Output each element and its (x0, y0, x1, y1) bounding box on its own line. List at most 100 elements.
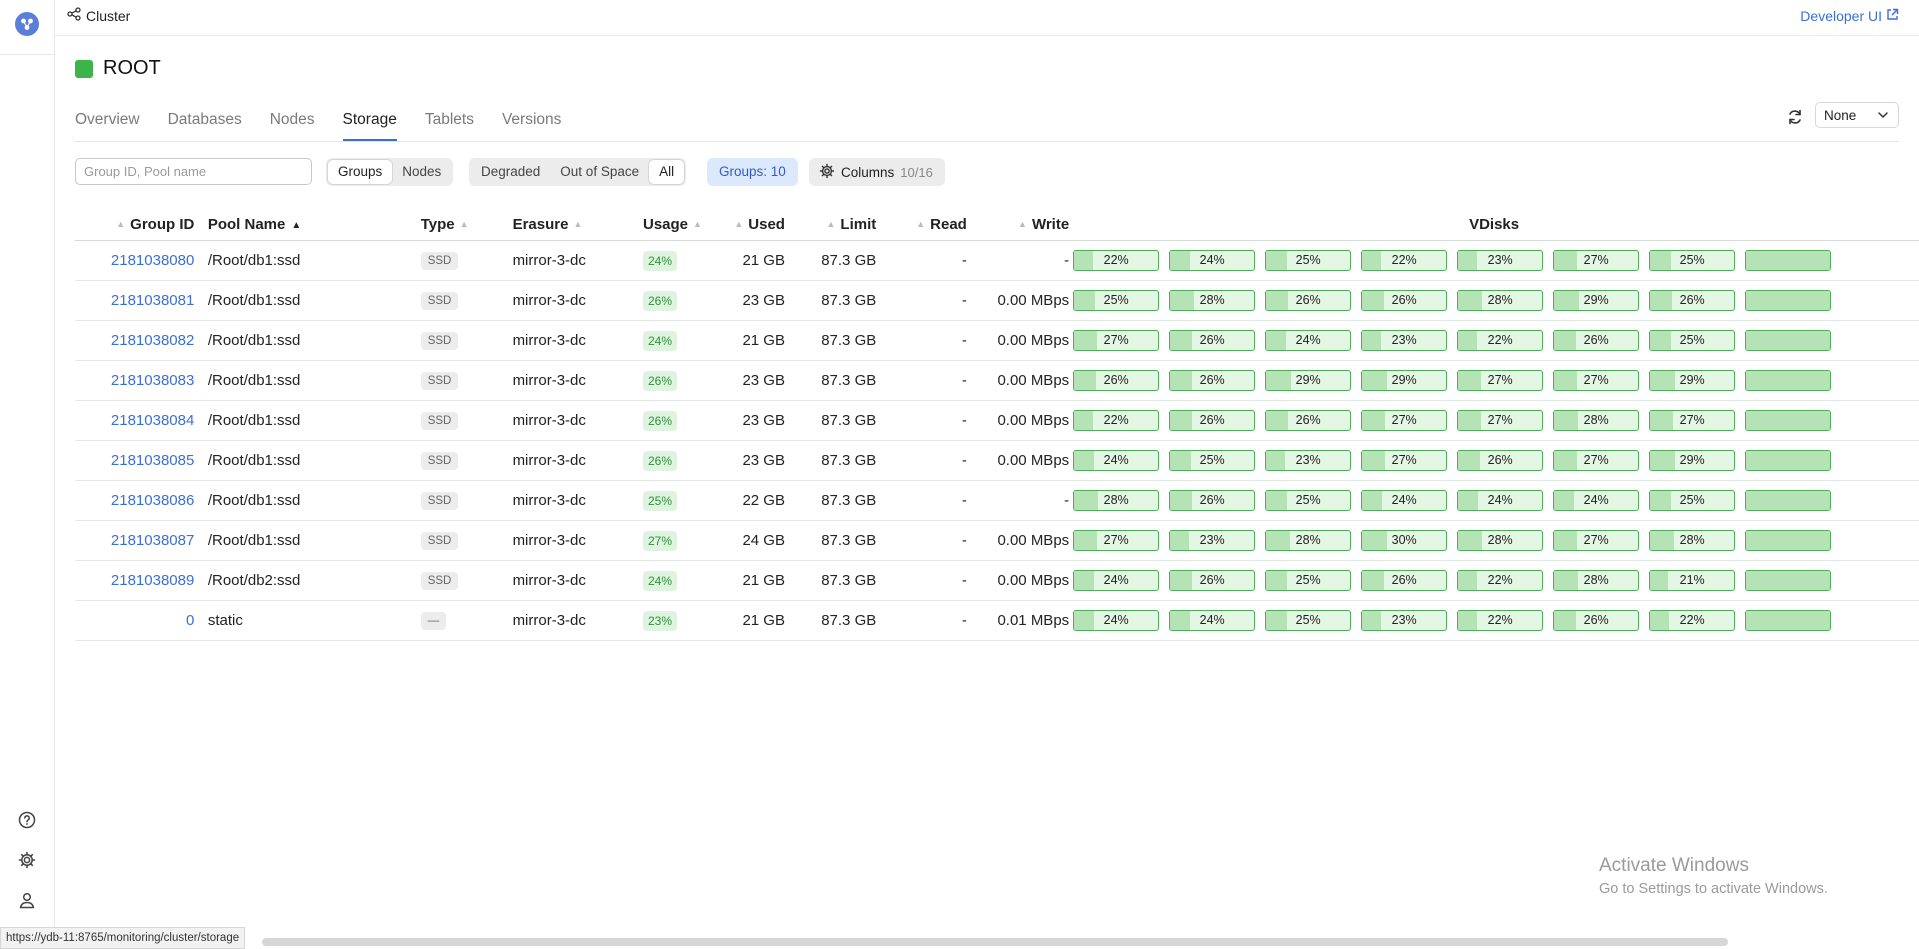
vdisk-usage-bar[interactable]: 24% (1073, 450, 1160, 471)
vdisk-usage-bar[interactable]: 27% (1361, 450, 1448, 471)
tab-tablets[interactable]: Tablets (425, 111, 474, 141)
vdisk-usage-bar[interactable]: 24% (1073, 610, 1160, 631)
vdisk-usage-bar[interactable]: 27% (1553, 250, 1640, 271)
col-erasure[interactable]: Erasure ▲ (512, 209, 643, 241)
search-input[interactable] (75, 158, 312, 185)
vdisk-usage-bar[interactable]: 25% (1649, 490, 1736, 511)
vdisk-usage-bar[interactable]: 23% (1265, 450, 1352, 471)
vdisk-usage-bar[interactable]: 26% (1361, 290, 1448, 311)
vdisk-usage-bar[interactable]: 24% (1553, 490, 1640, 511)
vdisk-usage-bar[interactable]: 22% (1361, 250, 1448, 271)
col-write[interactable]: ▲ Write (966, 209, 1070, 241)
group-id-link[interactable]: 2181038080 (111, 252, 194, 269)
vdisk-usage-bar[interactable]: 23% (1361, 610, 1448, 631)
group-id-link[interactable]: 2181038089 (111, 572, 194, 589)
help-icon[interactable] (17, 810, 37, 830)
vdisk-usage-bar[interactable]: 25% (1073, 290, 1160, 311)
vdisk-usage-bar[interactable]: 23% (1169, 530, 1256, 551)
table-row[interactable]: 2181038086/Root/db1:ssd SSD mirror-3-dc 25%… (75, 480, 1919, 521)
tab-databases[interactable]: Databases (168, 111, 242, 141)
vdisk-usage-bar[interactable]: 30% (1361, 530, 1448, 551)
vdisk-usage-bar[interactable]: 24% (1073, 570, 1160, 591)
vdisk-usage-bar[interactable]: 26% (1553, 610, 1640, 631)
vdisk-usage-bar[interactable]: 26% (1649, 290, 1736, 311)
switch-groups[interactable]: Groups (328, 160, 393, 184)
vdisk-usage-bar[interactable]: 25% (1265, 610, 1352, 631)
switch-nodes[interactable]: Nodes (392, 160, 451, 184)
table-row[interactable]: 2181038082/Root/db1:ssd SSD mirror-3-dc 24%… (75, 320, 1919, 361)
group-id-link[interactable]: 2181038084 (111, 412, 194, 429)
vdisk-usage-bar[interactable]: 24% (1169, 250, 1256, 271)
col-group-id[interactable]: ▲ Group ID (75, 209, 195, 241)
vdisk-usage-bar[interactable]: 24% (1361, 490, 1448, 511)
col-usage[interactable]: Usage ▲ (642, 209, 724, 241)
group-id-link[interactable]: 0 (186, 612, 194, 629)
vdisk-usage-bar[interactable]: 26% (1553, 330, 1640, 351)
vdisk-usage-bar[interactable]: 28% (1265, 530, 1352, 551)
table-row[interactable]: 2181038089/Root/db2:ssd SSD mirror-3-dc 24%… (75, 560, 1919, 601)
vdisk-usage-bar[interactable]: 25% (1265, 250, 1352, 271)
vdisk-usage-bar[interactable]: 25% (1649, 330, 1736, 351)
group-id-link[interactable]: 2181038086 (111, 492, 194, 509)
table-row[interactable]: 0 static — mirror-3-dc 23% 21 GB 87.3 GB -0.01 … (75, 600, 1919, 641)
vdisk-usage-bar[interactable]: 24% (1265, 330, 1352, 351)
vdisk-usage-bar[interactable] (1745, 290, 1832, 311)
vdisk-usage-bar[interactable]: 28% (1553, 410, 1640, 431)
breadcrumb-cluster[interactable]: Cluster (86, 8, 130, 24)
vdisk-usage-bar[interactable]: 22% (1457, 570, 1544, 591)
autorefresh-select[interactable]: None (1815, 102, 1899, 128)
vdisk-usage-bar[interactable]: 22% (1457, 610, 1544, 631)
vdisk-usage-bar[interactable]: 29% (1265, 370, 1352, 391)
vdisk-usage-bar[interactable]: 26% (1169, 490, 1256, 511)
gear-icon[interactable] (17, 850, 37, 870)
table-row[interactable]: 2181038087/Root/db1:ssd SSD mirror-3-dc 27%… (75, 520, 1919, 561)
tab-nodes[interactable]: Nodes (270, 111, 315, 141)
vdisk-usage-bar[interactable] (1745, 410, 1832, 431)
vdisk-usage-bar[interactable]: 27% (1361, 410, 1448, 431)
vdisk-usage-bar[interactable]: 27% (1457, 370, 1544, 391)
vdisk-usage-bar[interactable]: 28% (1649, 530, 1736, 551)
breadcrumb[interactable]: Cluster (67, 7, 130, 24)
col-limit[interactable]: ▲ Limit (784, 209, 877, 241)
tab-overview[interactable]: Overview (75, 111, 140, 141)
vdisk-usage-bar[interactable]: 26% (1361, 570, 1448, 591)
ydb-logo-icon[interactable] (15, 12, 39, 36)
vdisk-usage-bar[interactable]: 29% (1649, 370, 1736, 391)
vdisk-usage-bar[interactable]: 26% (1265, 410, 1352, 431)
vdisk-usage-bar[interactable] (1745, 370, 1832, 391)
horizontal-scrollbar[interactable] (262, 938, 1728, 946)
vdisk-usage-bar[interactable]: 27% (1553, 370, 1640, 391)
col-used[interactable]: ▲ Used (723, 209, 785, 241)
vdisk-usage-bar[interactable]: 26% (1073, 370, 1160, 391)
tab-storage[interactable]: Storage (342, 111, 397, 141)
vdisk-usage-bar[interactable]: 26% (1169, 410, 1256, 431)
vdisk-usage-bar[interactable] (1745, 570, 1832, 591)
vdisk-usage-bar[interactable] (1745, 610, 1832, 631)
vdisk-usage-bar[interactable]: 22% (1457, 330, 1544, 351)
vdisk-usage-bar[interactable]: 22% (1073, 250, 1160, 271)
table-row[interactable]: 2181038081/Root/db1:ssd SSD mirror-3-dc 26%… (75, 280, 1919, 321)
vdisk-usage-bar[interactable]: 27% (1649, 410, 1736, 431)
filter-degraded[interactable]: Degraded (471, 160, 550, 184)
vdisk-usage-bar[interactable]: 22% (1073, 410, 1160, 431)
vdisk-usage-bar[interactable]: 23% (1457, 250, 1544, 271)
vdisk-usage-bar[interactable]: 21% (1649, 570, 1736, 591)
vdisk-usage-bar[interactable]: 28% (1553, 570, 1640, 591)
col-read[interactable]: ▲ Read (876, 209, 967, 241)
vdisk-usage-bar[interactable]: 26% (1169, 370, 1256, 391)
vdisk-usage-bar[interactable]: 22% (1649, 610, 1736, 631)
filter-out-of-space[interactable]: Out of Space (550, 160, 649, 184)
vdisk-usage-bar[interactable]: 28% (1073, 490, 1160, 511)
group-id-link[interactable]: 2181038087 (111, 532, 194, 549)
vdisk-usage-bar[interactable]: 26% (1457, 450, 1544, 471)
col-type[interactable]: Type ▲ (420, 209, 513, 241)
vdisk-usage-bar[interactable]: 27% (1073, 530, 1160, 551)
table-row[interactable]: 2181038083/Root/db1:ssd SSD mirror-3-dc 26%… (75, 360, 1919, 401)
vdisk-usage-bar[interactable] (1745, 450, 1832, 471)
developer-ui-label[interactable]: Developer UI (1800, 8, 1882, 24)
vdisk-usage-bar[interactable]: 27% (1553, 530, 1640, 551)
vdisk-usage-bar[interactable]: 26% (1169, 570, 1256, 591)
filter-all[interactable]: All (649, 160, 685, 184)
vdisk-usage-bar[interactable]: 28% (1457, 530, 1544, 551)
vdisk-usage-bar[interactable] (1745, 530, 1832, 551)
